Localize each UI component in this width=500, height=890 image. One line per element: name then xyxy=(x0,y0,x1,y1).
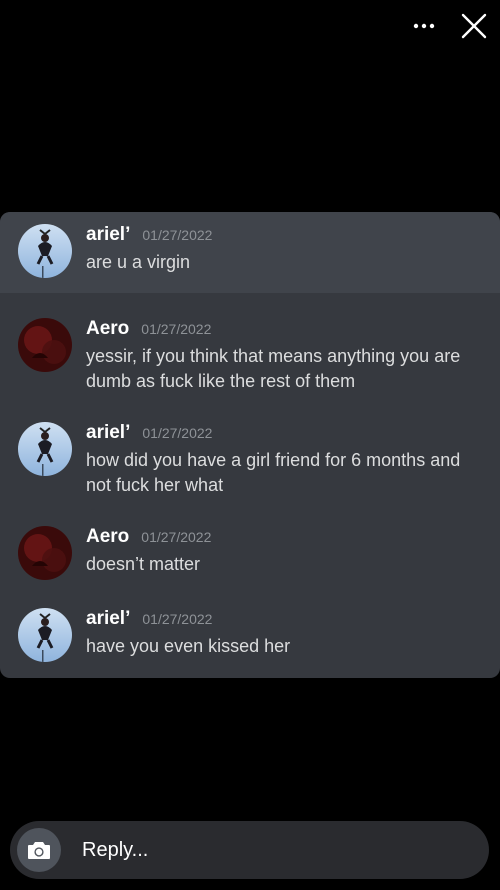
message-author[interactable]: Aero xyxy=(86,526,129,548)
message-body: ariel’ 01/27/2022 are u a virgin xyxy=(86,224,482,293)
message-item[interactable]: Aero 01/27/2022 doesn’t matter xyxy=(0,526,500,580)
message-timestamp: 01/27/2022 xyxy=(141,529,212,545)
message-item[interactable]: ariel’ 01/27/2022 how did you have a gir… xyxy=(0,422,500,498)
more-horizontal-icon xyxy=(413,23,435,29)
message-item[interactable]: Aero 01/27/2022 yessir, if you think tha… xyxy=(0,318,500,394)
message-text: doesn’t matter xyxy=(86,554,201,574)
message-author[interactable]: ariel’ xyxy=(86,224,130,246)
message-card: ariel’ 01/27/2022 are u a virgin Aero 01… xyxy=(0,212,500,678)
avatar-aero[interactable] xyxy=(18,318,72,372)
message-header: Aero 01/27/2022 xyxy=(86,318,482,340)
message-body: ariel’ 01/27/2022 how did you have a gir… xyxy=(86,422,482,498)
message-item[interactable]: ariel’ 01/27/2022 have you even kissed h… xyxy=(0,608,500,662)
message-preview-screen: ariel’ 01/27/2022 are u a virgin Aero 01… xyxy=(0,0,500,890)
message-text: are u a virgin xyxy=(86,252,191,272)
message-text: yessir, if you think that means anything… xyxy=(86,346,466,391)
message-author[interactable]: Aero xyxy=(86,318,129,340)
message-body: Aero 01/27/2022 yessir, if you think tha… xyxy=(86,318,482,394)
message-header: ariel’ 01/27/2022 xyxy=(86,422,482,444)
message-timestamp: 01/27/2022 xyxy=(141,321,212,337)
message-header: ariel’ 01/27/2022 xyxy=(86,224,482,246)
avatar-aero[interactable] xyxy=(18,526,72,580)
message-item[interactable]: ariel’ 01/27/2022 are u a virgin xyxy=(0,212,500,293)
message-author[interactable]: ariel’ xyxy=(86,608,130,630)
avatar-ariel[interactable] xyxy=(18,608,72,662)
camera-button[interactable] xyxy=(17,828,61,872)
avatar-ariel[interactable] xyxy=(18,224,72,278)
message-header: ariel’ 01/27/2022 xyxy=(86,608,482,630)
more-options-button[interactable] xyxy=(410,12,438,40)
avatar-ariel[interactable] xyxy=(18,422,72,476)
message-timestamp: 01/27/2022 xyxy=(142,227,213,243)
message-text: have you even kissed her xyxy=(86,636,291,656)
message-timestamp: 01/27/2022 xyxy=(142,425,213,441)
message-body: Aero 01/27/2022 doesn’t matter xyxy=(86,526,482,580)
message-timestamp: 01/27/2022 xyxy=(142,611,213,627)
message-body: ariel’ 01/27/2022 have you even kissed h… xyxy=(86,608,482,662)
top-controls xyxy=(410,12,488,40)
close-button[interactable] xyxy=(460,12,488,40)
message-header: Aero 01/27/2022 xyxy=(86,526,482,548)
message-author[interactable]: ariel’ xyxy=(86,422,130,444)
reply-input[interactable] xyxy=(80,837,464,863)
camera-icon xyxy=(28,842,50,859)
close-x-icon xyxy=(461,13,487,39)
message-text: how did you have a girl friend for 6 mon… xyxy=(86,450,466,495)
reply-bar xyxy=(10,821,489,879)
